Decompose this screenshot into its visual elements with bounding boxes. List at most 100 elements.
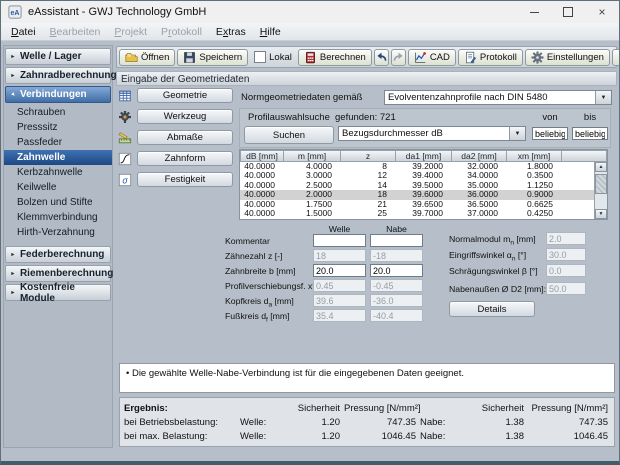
sidebar-section-label: Welle / Lager bbox=[20, 51, 82, 62]
kommentar-welle-input[interactable] bbox=[313, 234, 366, 247]
calculator-icon bbox=[304, 51, 317, 64]
nav-row-zahnform: Zahnform bbox=[118, 151, 233, 166]
profilverschiebung-nabe-input bbox=[370, 279, 423, 292]
form-label-nabenaussen: Nabenaußen Ø D2 [mm]: bbox=[449, 284, 546, 294]
sidebar-item-klemmverbindung[interactable]: Klemmverbindung bbox=[4, 210, 112, 225]
sidebar-section-welle-lager[interactable]: ► Welle / Lager bbox=[5, 48, 111, 65]
kopfkreis-welle-input bbox=[313, 294, 366, 307]
table-column-header-z[interactable]: z bbox=[341, 150, 396, 162]
bis-input[interactable] bbox=[572, 127, 608, 140]
sidebar-section-label: Riemenberechnung bbox=[20, 268, 113, 279]
menu-item-bearbeiten[interactable]: Bearbeiten bbox=[43, 23, 108, 40]
undo-button[interactable] bbox=[374, 49, 389, 66]
details-button[interactable]: Details bbox=[449, 301, 535, 317]
table-column-header-filler bbox=[562, 150, 607, 162]
sidebar-item-passfeder[interactable]: Passfeder bbox=[4, 135, 112, 150]
welle-sicherheit: 1.20 bbox=[290, 431, 340, 442]
form-label-schraegungswinkel: Schrägungswinkel β [°] bbox=[449, 266, 538, 276]
sidebar-item-schrauben[interactable]: Schrauben bbox=[4, 105, 112, 120]
results-col-header-0: Sicherheit bbox=[290, 403, 340, 414]
table-cell: 12 bbox=[341, 171, 396, 180]
minimize-button[interactable] bbox=[517, 1, 551, 23]
sidebar-item-bolzen-und-stifte[interactable]: Bolzen und Stifte bbox=[4, 195, 112, 210]
menu-item-hilfe[interactable]: Hilfe bbox=[253, 23, 288, 40]
nabe-label: Nabe: bbox=[420, 417, 468, 428]
menu-item-protokoll[interactable]: Protokoll bbox=[154, 23, 209, 40]
nav-row-abma-e: Abmaße bbox=[118, 130, 233, 145]
nav-button-festigkeit[interactable]: Festigkeit bbox=[137, 172, 233, 187]
protokoll-button-label: Protokoll bbox=[480, 52, 517, 63]
results-panel: Ergebnis:SicherheitPressung [N/mm²]Siche… bbox=[119, 397, 615, 447]
chevron-down-icon[interactable]: ▼ bbox=[595, 91, 611, 104]
zaehnezahl-nabe-input bbox=[370, 249, 423, 262]
results-col-header-1: Pressung [N/mm²] bbox=[344, 403, 416, 414]
main-area: ► Welle / Lager ►Zahnradberechnung ►Verbind… bbox=[1, 41, 619, 461]
speichern-button[interactable]: Speichern bbox=[177, 49, 248, 66]
menu-item-datei[interactable]: Datei bbox=[4, 23, 43, 40]
nav-button-geometrie[interactable]: Geometrie bbox=[137, 88, 233, 103]
zahnbreite-nabe-input[interactable] bbox=[370, 264, 423, 277]
protokoll-button[interactable]: Protokoll bbox=[458, 49, 523, 66]
table-row[interactable]: 40.00001.50002539.700037.00000.4250 bbox=[240, 209, 607, 218]
table-column-header-da1-mm[interactable]: da1 [mm] bbox=[396, 150, 452, 162]
window-controls: × bbox=[517, 1, 619, 23]
von-label: von bbox=[532, 112, 568, 123]
scroll-down-icon[interactable]: ▼ bbox=[595, 209, 607, 219]
checkbox-icon[interactable] bbox=[254, 51, 266, 63]
toothform-icon bbox=[118, 152, 132, 166]
form-label-kopfkreis: Kopfkreis da [mm] bbox=[225, 296, 294, 309]
norm-combobox[interactable]: Evolventenzahnprofile nach DIN 5480 ▼ bbox=[384, 90, 612, 105]
nav-button-werkzeug[interactable]: Werkzeug bbox=[137, 109, 233, 124]
geometry-icon bbox=[118, 89, 132, 103]
table-cell: 18 bbox=[341, 190, 396, 199]
sidebar-item-kerbzahnwelle[interactable]: Kerbzahnwelle bbox=[4, 165, 112, 180]
berechnen-button[interactable]: Berechnen bbox=[298, 49, 372, 66]
sidebar-section-federberechnung[interactable]: ►Federberechnung bbox=[5, 246, 111, 263]
redo-button bbox=[391, 49, 406, 66]
table-cell: 25 bbox=[341, 209, 396, 218]
hilfe-button[interactable]: Hilfe bbox=[612, 49, 620, 66]
table-column-header-da2-mm[interactable]: da2 [mm] bbox=[452, 150, 507, 162]
maximize-button[interactable] bbox=[551, 1, 585, 23]
menu-item-extras[interactable]: Extras bbox=[209, 23, 253, 40]
scroll-up-icon[interactable]: ▲ bbox=[595, 162, 607, 172]
table-column-header-db-mm[interactable]: dB [mm] bbox=[240, 150, 284, 162]
sidebar-section-riemenberechnung[interactable]: ►Riemenberechnung bbox=[5, 265, 111, 282]
table-column-header-xm-mm[interactable]: xm [mm] bbox=[507, 150, 562, 162]
table-column-header-m-mm[interactable]: m [mm] bbox=[284, 150, 341, 162]
profile-table: dB [mm]m [mm]zda1 [mm]da2 [mm]xm [mm] 40… bbox=[239, 149, 608, 220]
sidebar-item-zahnwelle[interactable]: Zahnwelle bbox=[4, 150, 112, 165]
results-row: bei max. Belastung:Welle:1.201046.45Nabe… bbox=[124, 429, 610, 443]
sidebar-item-presssitz[interactable]: Presssitz bbox=[4, 120, 112, 135]
search-criteria-combobox[interactable]: Bezugsdurchmesser dB ▼ bbox=[338, 126, 526, 141]
zahnbreite-welle-input[interactable] bbox=[313, 264, 366, 277]
found-count: gefunden: 721 bbox=[335, 112, 396, 123]
chevron-down-icon[interactable]: ▼ bbox=[509, 127, 525, 140]
cad-button[interactable]: CAD bbox=[408, 49, 456, 66]
nav-button-abma-e[interactable]: Abmaße bbox=[137, 130, 233, 145]
expand-arrow-icon: ► bbox=[10, 54, 15, 59]
close-button[interactable]: × bbox=[585, 1, 619, 23]
svg-text:σ: σ bbox=[122, 175, 128, 185]
ffnen-button[interactable]: Öffnen bbox=[119, 49, 175, 66]
kommentar-nabe-input[interactable] bbox=[370, 234, 423, 247]
von-input[interactable] bbox=[532, 127, 568, 140]
fusskreis-welle-input bbox=[313, 309, 366, 322]
table-cell: 1.5000 bbox=[284, 209, 341, 218]
table-scrollbar[interactable]: ▲ ▼ bbox=[594, 162, 607, 219]
sidebar-item-keilwelle[interactable]: Keilwelle bbox=[4, 180, 112, 195]
sidebar-section-zahnradberechnung[interactable]: ►Zahnradberechnung bbox=[5, 67, 111, 84]
sidebar-item-hirth-verzahnung[interactable]: Hirth-Verzahnung bbox=[4, 225, 112, 240]
nabe-sicherheit: 1.38 bbox=[472, 431, 524, 442]
undo-icon bbox=[375, 51, 388, 64]
suchen-button[interactable]: Suchen bbox=[244, 126, 334, 144]
einstellungen-button[interactable]: Einstellungen bbox=[525, 49, 610, 66]
menu-item-projekt[interactable]: Projekt bbox=[107, 23, 154, 40]
nav-row-werkzeug: Werkzeug bbox=[118, 109, 233, 124]
sidebar-section-kostenfreie-module[interactable]: ►Kostenfreie Module bbox=[5, 284, 111, 301]
sidebar-section-label: Kostenfreie Module bbox=[20, 282, 110, 304]
nav-button-zahnform[interactable]: Zahnform bbox=[137, 151, 233, 166]
settings-icon bbox=[531, 51, 544, 64]
scrollbar-thumb[interactable] bbox=[595, 174, 607, 194]
sidebar-section-verbindungen[interactable]: ►Verbindungen bbox=[5, 86, 111, 103]
